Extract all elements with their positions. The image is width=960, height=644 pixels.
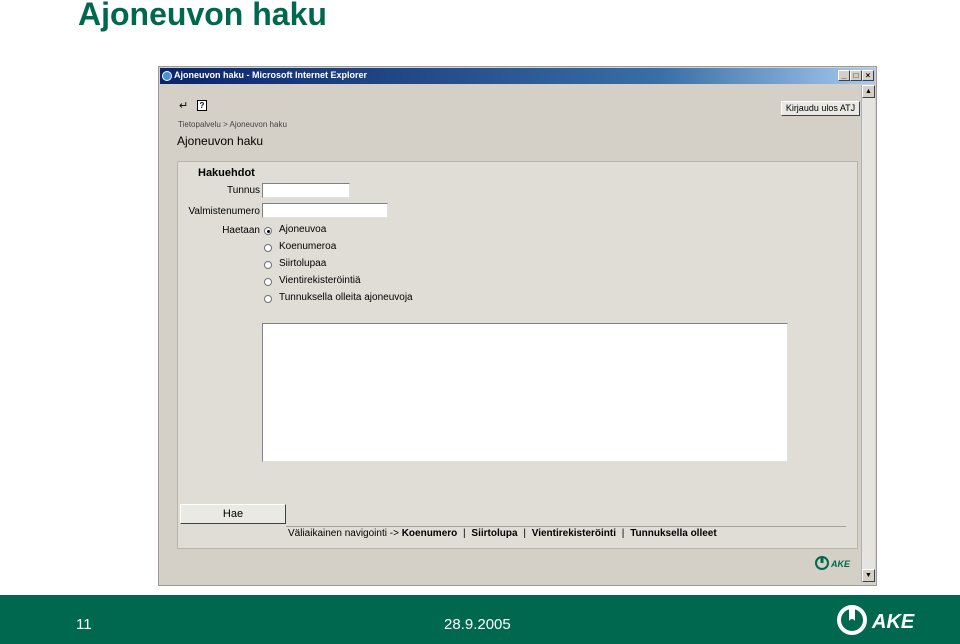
close-button[interactable]: × [862, 70, 874, 81]
valmistenumero-label: Valmistenumero [188, 206, 260, 217]
window-titlebar[interactable]: Ajoneuvon haku - Microsoft Internet Expl… [160, 68, 875, 84]
breadcrumb: Tietopalvelu > Ajoneuvon haku [178, 120, 287, 129]
slide-number: 11 [76, 616, 92, 633]
radio-label: Siirtolupaa [279, 258, 327, 269]
radio-button[interactable] [264, 227, 272, 235]
radio-button[interactable] [264, 261, 272, 269]
browser-window: Ajoneuvon haku - Microsoft Internet Expl… [158, 66, 877, 586]
section-title: Hakuehdot [198, 167, 255, 179]
radio-button[interactable] [264, 295, 272, 303]
nav-link-vientirekisterointi[interactable]: Vientirekisteröinti [532, 528, 616, 539]
ie-app-icon [162, 71, 172, 81]
nav-prefix: Väliaikainen navigointi -> [288, 528, 399, 539]
radio-label: Tunnuksella olleita ajoneuvoja [279, 292, 413, 303]
valmistenumero-input[interactable] [262, 203, 388, 218]
search-button[interactable]: Hae [180, 504, 286, 524]
browser-content: ↵ ? Kirjaudu ulos ATJ Tietopalvelu > Ajo… [162, 85, 861, 582]
radio-label: Ajoneuvoa [279, 224, 327, 235]
page-heading: Ajoneuvon haku [177, 134, 264, 148]
page-body: ↵ ? Kirjaudu ulos ATJ Tietopalvelu > Ajo… [175, 99, 860, 579]
tunnus-label: Tunnus [227, 185, 260, 196]
nav-separator: | [621, 528, 625, 539]
svg-text:AKE: AKE [871, 611, 915, 633]
tunnus-input[interactable] [262, 183, 350, 198]
maximize-button[interactable]: □ [850, 70, 862, 81]
search-panel: Hakuehdot Tunnus Valmistenumero Haetaan … [177, 161, 858, 549]
slide: Ajoneuvon haku Ajoneuvon haku - Microsof… [0, 0, 960, 644]
vertical-scrollbar[interactable]: ▲ ▼ [861, 85, 875, 582]
help-icon[interactable]: ? [197, 100, 207, 111]
window-title: Ajoneuvon haku - Microsoft Internet Expl… [174, 70, 368, 80]
nav-link-koenumero[interactable]: Koenumero [402, 528, 458, 539]
ake-logo: AKE [837, 605, 915, 635]
logout-button[interactable]: Kirjaudu ulos ATJ [781, 101, 860, 116]
temp-navigation: Väliaikainen navigointi -> Koenumero | S… [288, 528, 717, 539]
nav-separator: | [523, 528, 526, 539]
minimize-button[interactable]: _ [838, 70, 850, 81]
nav-separator: | [463, 528, 466, 539]
svg-text:AKE: AKE [830, 559, 851, 569]
slide-footer: 11 28.9.2005 AKE [0, 595, 960, 644]
slide-date: 28.9.2005 [444, 616, 511, 633]
back-arrow-icon[interactable]: ↵ [179, 101, 191, 112]
ake-logo-small: AKE [815, 556, 851, 570]
results-area[interactable] [262, 323, 788, 462]
haetaan-label: Haetaan [222, 225, 260, 236]
slide-title: Ajoneuvon haku [78, 0, 327, 32]
nav-link-tunnuksella-olleet[interactable]: Tunnuksella olleet [630, 528, 717, 539]
nav-link-siirtolupa[interactable]: Siirtolupa [471, 528, 517, 539]
radio-button[interactable] [264, 244, 272, 252]
scroll-down-arrow-icon[interactable]: ▼ [862, 569, 875, 582]
radio-button[interactable] [264, 278, 272, 286]
scroll-up-arrow-icon[interactable]: ▲ [862, 85, 875, 98]
divider [286, 526, 846, 527]
radio-label: Vientirekisteröintiä [279, 275, 361, 286]
radio-label: Koenumeroa [279, 241, 337, 252]
